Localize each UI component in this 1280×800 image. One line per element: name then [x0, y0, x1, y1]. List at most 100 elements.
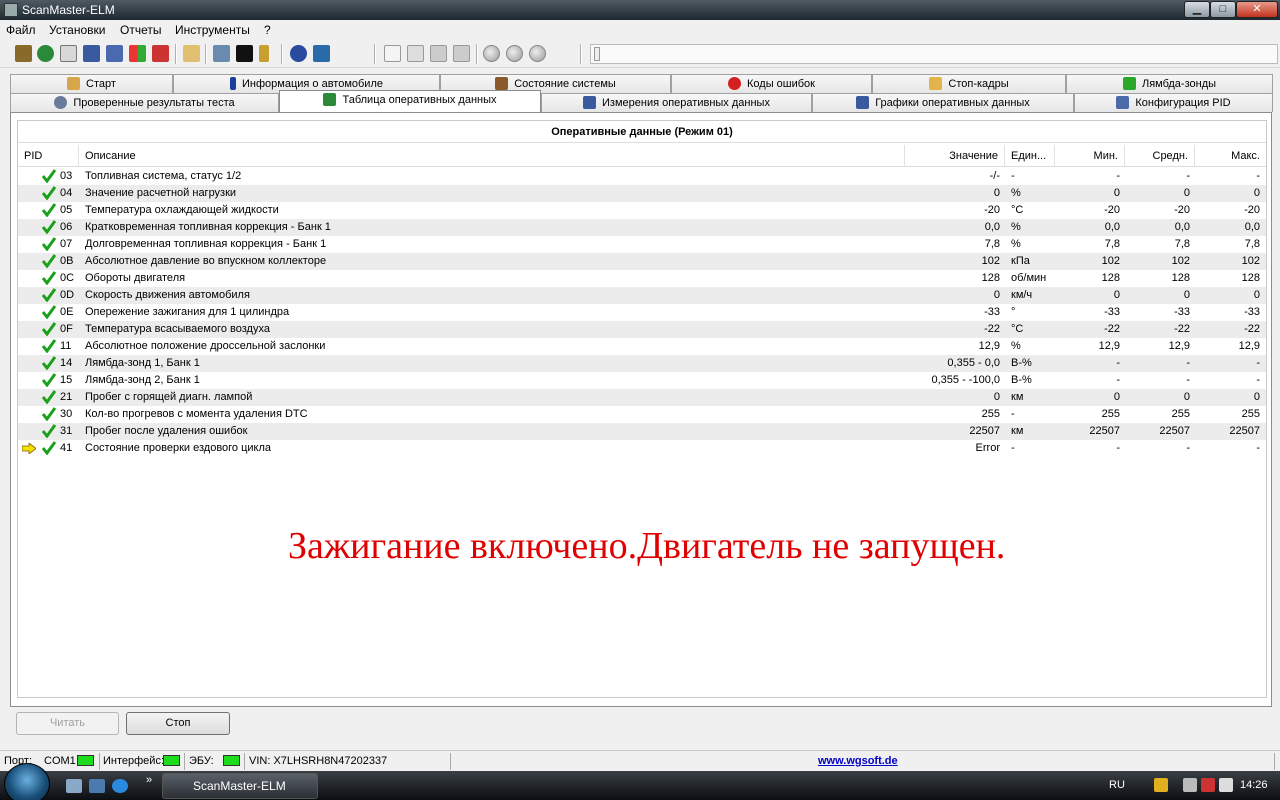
power-icon[interactable]	[1183, 778, 1197, 792]
battery-icon[interactable]	[259, 45, 269, 62]
status-divider	[244, 753, 245, 770]
cell-max: -	[1256, 442, 1260, 454]
search-icon[interactable]	[213, 45, 230, 62]
cell-pid: 0D	[60, 289, 75, 301]
cell-pid: 0B	[60, 255, 74, 267]
menu-file[interactable]: Файл	[6, 23, 36, 37]
tab-test-results[interactable]: Проверенные результаты теста	[10, 93, 279, 112]
stop-button[interactable]: Стоп	[126, 712, 230, 735]
table-row[interactable]: 04 Значение расчетной нагрузки 0% 0 0 0	[18, 185, 1266, 202]
tab-freeze-frames[interactable]: Стоп-кадры	[872, 74, 1066, 93]
table-row[interactable]: 0E Опережение зажигания для 1 цилиндра -33…	[18, 304, 1266, 321]
internet-explorer-icon[interactable]	[112, 779, 128, 793]
windows-icon[interactable]	[129, 45, 146, 62]
cell-max: 0	[1253, 391, 1260, 403]
tab-start[interactable]: Старт	[10, 74, 173, 93]
taskbar-app-scanmaster[interactable]: ScanMaster-ELM	[162, 773, 318, 799]
tab-live-data-measurements[interactable]: Измерения оперативных данных	[541, 93, 812, 112]
start-button[interactable]	[4, 763, 50, 800]
read-button[interactable]: Читать	[16, 712, 119, 735]
table-row[interactable]: 41 Состояние проверки ездового цикла Error…	[18, 440, 1266, 457]
table-row[interactable]: 11 Абсолютное положение дроссельной засло…	[18, 338, 1266, 355]
live-data-grid[interactable]: Оперативные данные (Режим 01) PID Описан…	[17, 120, 1267, 698]
tray-app-icon[interactable]	[1154, 778, 1168, 792]
minimize-button[interactable]: ▁	[1184, 1, 1210, 18]
cell-desc: Кол-во прогревов с момента удаления DTC	[85, 408, 308, 420]
show-desktop-icon[interactable]	[66, 779, 82, 793]
cell-max: 0	[1253, 289, 1260, 301]
table-row[interactable]: 15 Лямбда-зонд 2, Банк 1 0,355 - -100,0 В-%…	[18, 372, 1266, 389]
tab-live-data-table[interactable]: Таблица оперативных данных	[279, 90, 541, 112]
switch-windows-icon[interactable]	[89, 779, 105, 793]
column-header-max[interactable]: Макс.	[1195, 145, 1266, 167]
globe-icon[interactable]	[37, 45, 54, 62]
table-row[interactable]: 31 Пробег после удаления ошибок 22507 км 225…	[18, 423, 1266, 440]
tab-lambda-sensors[interactable]: Лямбда-зонды	[1066, 74, 1273, 93]
stop-icon[interactable]	[506, 45, 523, 62]
cell-value: 0,355 - 0,0	[947, 357, 1000, 369]
column-header-min[interactable]: Мин.	[1055, 145, 1125, 167]
plugin-icon[interactable]	[313, 45, 330, 62]
error-icon	[728, 77, 741, 90]
network-icon[interactable]	[1201, 778, 1215, 792]
play-icon[interactable]	[483, 45, 500, 62]
checkmark-icon	[41, 220, 57, 235]
cell-unit: °C	[1011, 204, 1024, 216]
close-button[interactable]: ✕	[1236, 1, 1278, 18]
new-icon[interactable]	[384, 45, 401, 62]
table-row[interactable]: 05 Температура охлаждающей жидкости -20 °C -…	[18, 202, 1266, 219]
table-row[interactable]: 0D Скорость движения автомобиля 0 км/ч 0 0 0	[18, 287, 1266, 304]
open-icon[interactable]	[407, 45, 424, 62]
table-row[interactable]: 0F Температура всасываемого воздуха -22 °C -…	[18, 321, 1266, 338]
column-header-description[interactable]: Описание	[79, 145, 905, 167]
clock[interactable]: 14:26	[1240, 779, 1268, 791]
cell-desc: Температура охлаждающей жидкости	[85, 204, 279, 216]
column-header-unit[interactable]: Един...	[1005, 145, 1055, 167]
table-row[interactable]: 21 Пробег с горящей диагн. лампой 0 км 0 0 0	[18, 389, 1266, 406]
table-row[interactable]: 14 Лямбда-зонд 1, Банк 1 0,355 - 0,0 В-% - - -	[18, 355, 1266, 372]
chart-icon[interactable]	[106, 45, 123, 62]
cell-pid: 06	[60, 221, 73, 233]
tab-live-data-graphs[interactable]: Графики оперативных данных	[812, 93, 1074, 112]
table-icon[interactable]	[83, 45, 100, 62]
table-row[interactable]: 06 Кратковременная топливная коррекция - …	[18, 219, 1266, 236]
progress-thumb[interactable]	[594, 47, 600, 61]
language-indicator[interactable]: RU	[1109, 779, 1125, 791]
tab-pid-config[interactable]: Конфигурация PID	[1074, 93, 1273, 112]
volume-icon[interactable]	[1219, 778, 1233, 792]
maximize-button[interactable]: □	[1210, 1, 1236, 18]
wrench-icon[interactable]	[15, 45, 32, 62]
document-icon[interactable]	[60, 45, 77, 62]
column-header-avg[interactable]: Средн.	[1125, 145, 1195, 167]
cell-avg: -22	[1174, 323, 1190, 335]
cell-avg: 128	[1171, 272, 1190, 284]
menu-reports[interactable]: Отчеты	[120, 23, 161, 37]
cell-avg: -	[1186, 170, 1190, 182]
tab-error-codes[interactable]: Коды ошибок	[671, 74, 872, 93]
table-row[interactable]: 07 Долговременная топливная коррекция - Б…	[18, 236, 1266, 253]
print-icon[interactable]	[453, 45, 470, 62]
menu-tools[interactable]: Инструменты	[175, 23, 250, 37]
record-icon[interactable]	[529, 45, 546, 62]
cell-avg: 12,9	[1168, 340, 1190, 352]
progress-bar[interactable]	[590, 44, 1278, 64]
clipboard-icon[interactable]	[183, 45, 200, 62]
info-icon[interactable]	[290, 45, 307, 62]
table-row[interactable]: 03 Топливная система, статус 1/2 -/- - - - -	[18, 168, 1266, 185]
checkmark-icon	[41, 356, 57, 371]
traffic-light-icon[interactable]	[152, 45, 169, 62]
table-row[interactable]: 0B Абсолютное давление во впускном коллек…	[18, 253, 1266, 270]
column-header-pid[interactable]: PID	[18, 145, 79, 167]
cell-pid: 11	[60, 340, 72, 352]
terminal-icon[interactable]	[236, 45, 253, 62]
save-icon[interactable]	[430, 45, 447, 62]
table-row[interactable]: 30 Кол-во прогревов с момента удаления DT…	[18, 406, 1266, 423]
menu-settings[interactable]: Установки	[49, 23, 105, 37]
table-row[interactable]: 0C Обороты двигателя 128 об/мин 128 128 128	[18, 270, 1266, 287]
website-link[interactable]: www.wgsoft.de	[818, 755, 898, 767]
quicklaunch-overflow-icon[interactable]: »	[146, 774, 152, 786]
menu-help[interactable]: ?	[264, 23, 271, 37]
title-bar[interactable]: ScanMaster-ELM ▁ □ ✕	[0, 0, 1280, 20]
cell-pid: 07	[60, 238, 73, 250]
column-header-value[interactable]: Значение	[905, 145, 1005, 167]
